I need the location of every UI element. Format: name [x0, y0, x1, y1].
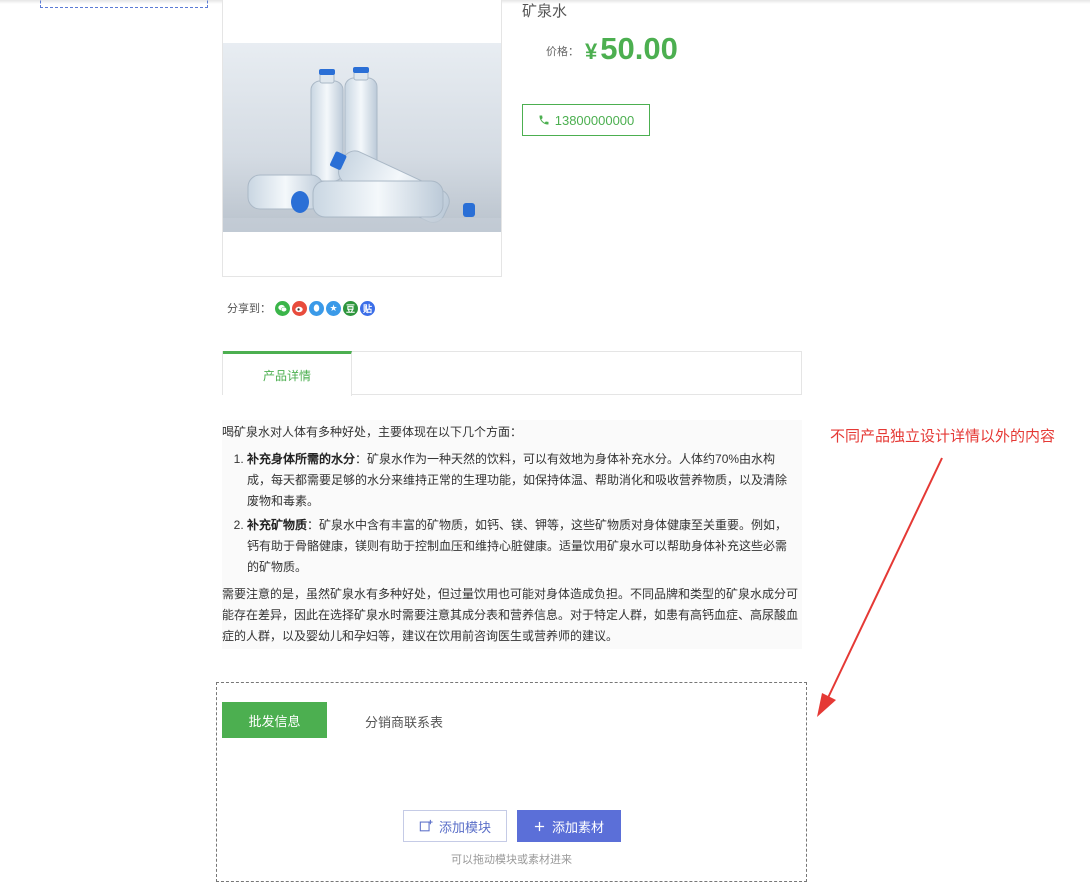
- product-image-frame: [222, 0, 502, 277]
- currency-symbol: ¥: [585, 39, 598, 64]
- wechat-icon[interactable]: [275, 300, 290, 316]
- add-material-label: 添加素材: [551, 819, 604, 835]
- product-name: 矿泉水: [522, 3, 568, 20]
- weibo-icon[interactable]: [292, 300, 307, 316]
- qq-icon[interactable]: [309, 300, 324, 316]
- benefit-text: ：矿泉水中含有丰富的矿物质，如钙、镁、钾等，这些矿物质对身体健康至关重要。例如，…: [247, 518, 788, 574]
- drag-hint: 可以拖动模块或素材进来: [451, 854, 572, 866]
- wholesale-module-area[interactable]: 批发信息 分销商联系表 添加模块 添加素材 可以拖动模块或素材进来: [216, 682, 807, 882]
- plus-icon: [534, 821, 545, 831]
- add-module-label: 添加模块: [438, 819, 491, 835]
- description-note: 需要注意的是，虽然矿泉水有多种好处，但过量饮用也可能对身体造成负担。不同品牌和类…: [222, 587, 799, 643]
- top-dashed-placeholder[interactable]: [40, 0, 208, 8]
- tab-distributor-contacts[interactable]: 分销商联系表: [365, 712, 443, 731]
- add-module-icon: [419, 819, 433, 832]
- price-value: ¥50.00: [585, 31, 678, 67]
- share-row: 分享到： ★ 豆 贴: [227, 300, 375, 316]
- tab-wholesale-info[interactable]: 批发信息: [222, 702, 327, 738]
- product-image[interactable]: [223, 43, 501, 232]
- price-amount: 50.00: [600, 31, 678, 66]
- price-label: 价格：: [546, 46, 579, 58]
- share-label: 分享到：: [227, 303, 271, 315]
- list-item: 补充身体所需的水分：矿泉水作为一种天然的饮料，可以有效地为身体补充水分。人体约7…: [247, 449, 802, 512]
- phone-button[interactable]: 13800000000: [522, 104, 650, 136]
- qzone-icon[interactable]: ★: [326, 300, 341, 316]
- phone-icon: [539, 115, 549, 125]
- tieba-icon[interactable]: 贴: [360, 300, 375, 316]
- benefit-list: 补充身体所需的水分：矿泉水作为一种天然的饮料，可以有效地为身体补充水分。人体约7…: [222, 449, 802, 578]
- add-module-button[interactable]: 添加模块: [403, 810, 507, 842]
- detail-tabbar: 产品详情: [222, 351, 802, 396]
- list-item: 补充矿物质：矿泉水中含有丰富的矿物质，如钙、镁、钾等，这些矿物质对身体健康至关重…: [247, 515, 802, 578]
- description-intro: 喝矿泉水对人体有多种好处，主要体现在以下几个方面：: [222, 425, 523, 439]
- product-description: 喝矿泉水对人体有多种好处，主要体现在以下几个方面： 补充身体所需的水分：矿泉水作…: [222, 420, 802, 649]
- benefit-title: 补充身体所需的水分: [247, 452, 356, 466]
- add-material-button[interactable]: 添加素材: [517, 810, 621, 842]
- benefit-title: 补充矿物质: [247, 518, 308, 532]
- douban-icon[interactable]: 豆: [343, 300, 358, 316]
- phone-number: 13800000000: [554, 112, 635, 128]
- tab-product-details[interactable]: 产品详情: [223, 351, 352, 396]
- annotation-text: 不同产品独立设计详情以外的内容: [830, 428, 1056, 445]
